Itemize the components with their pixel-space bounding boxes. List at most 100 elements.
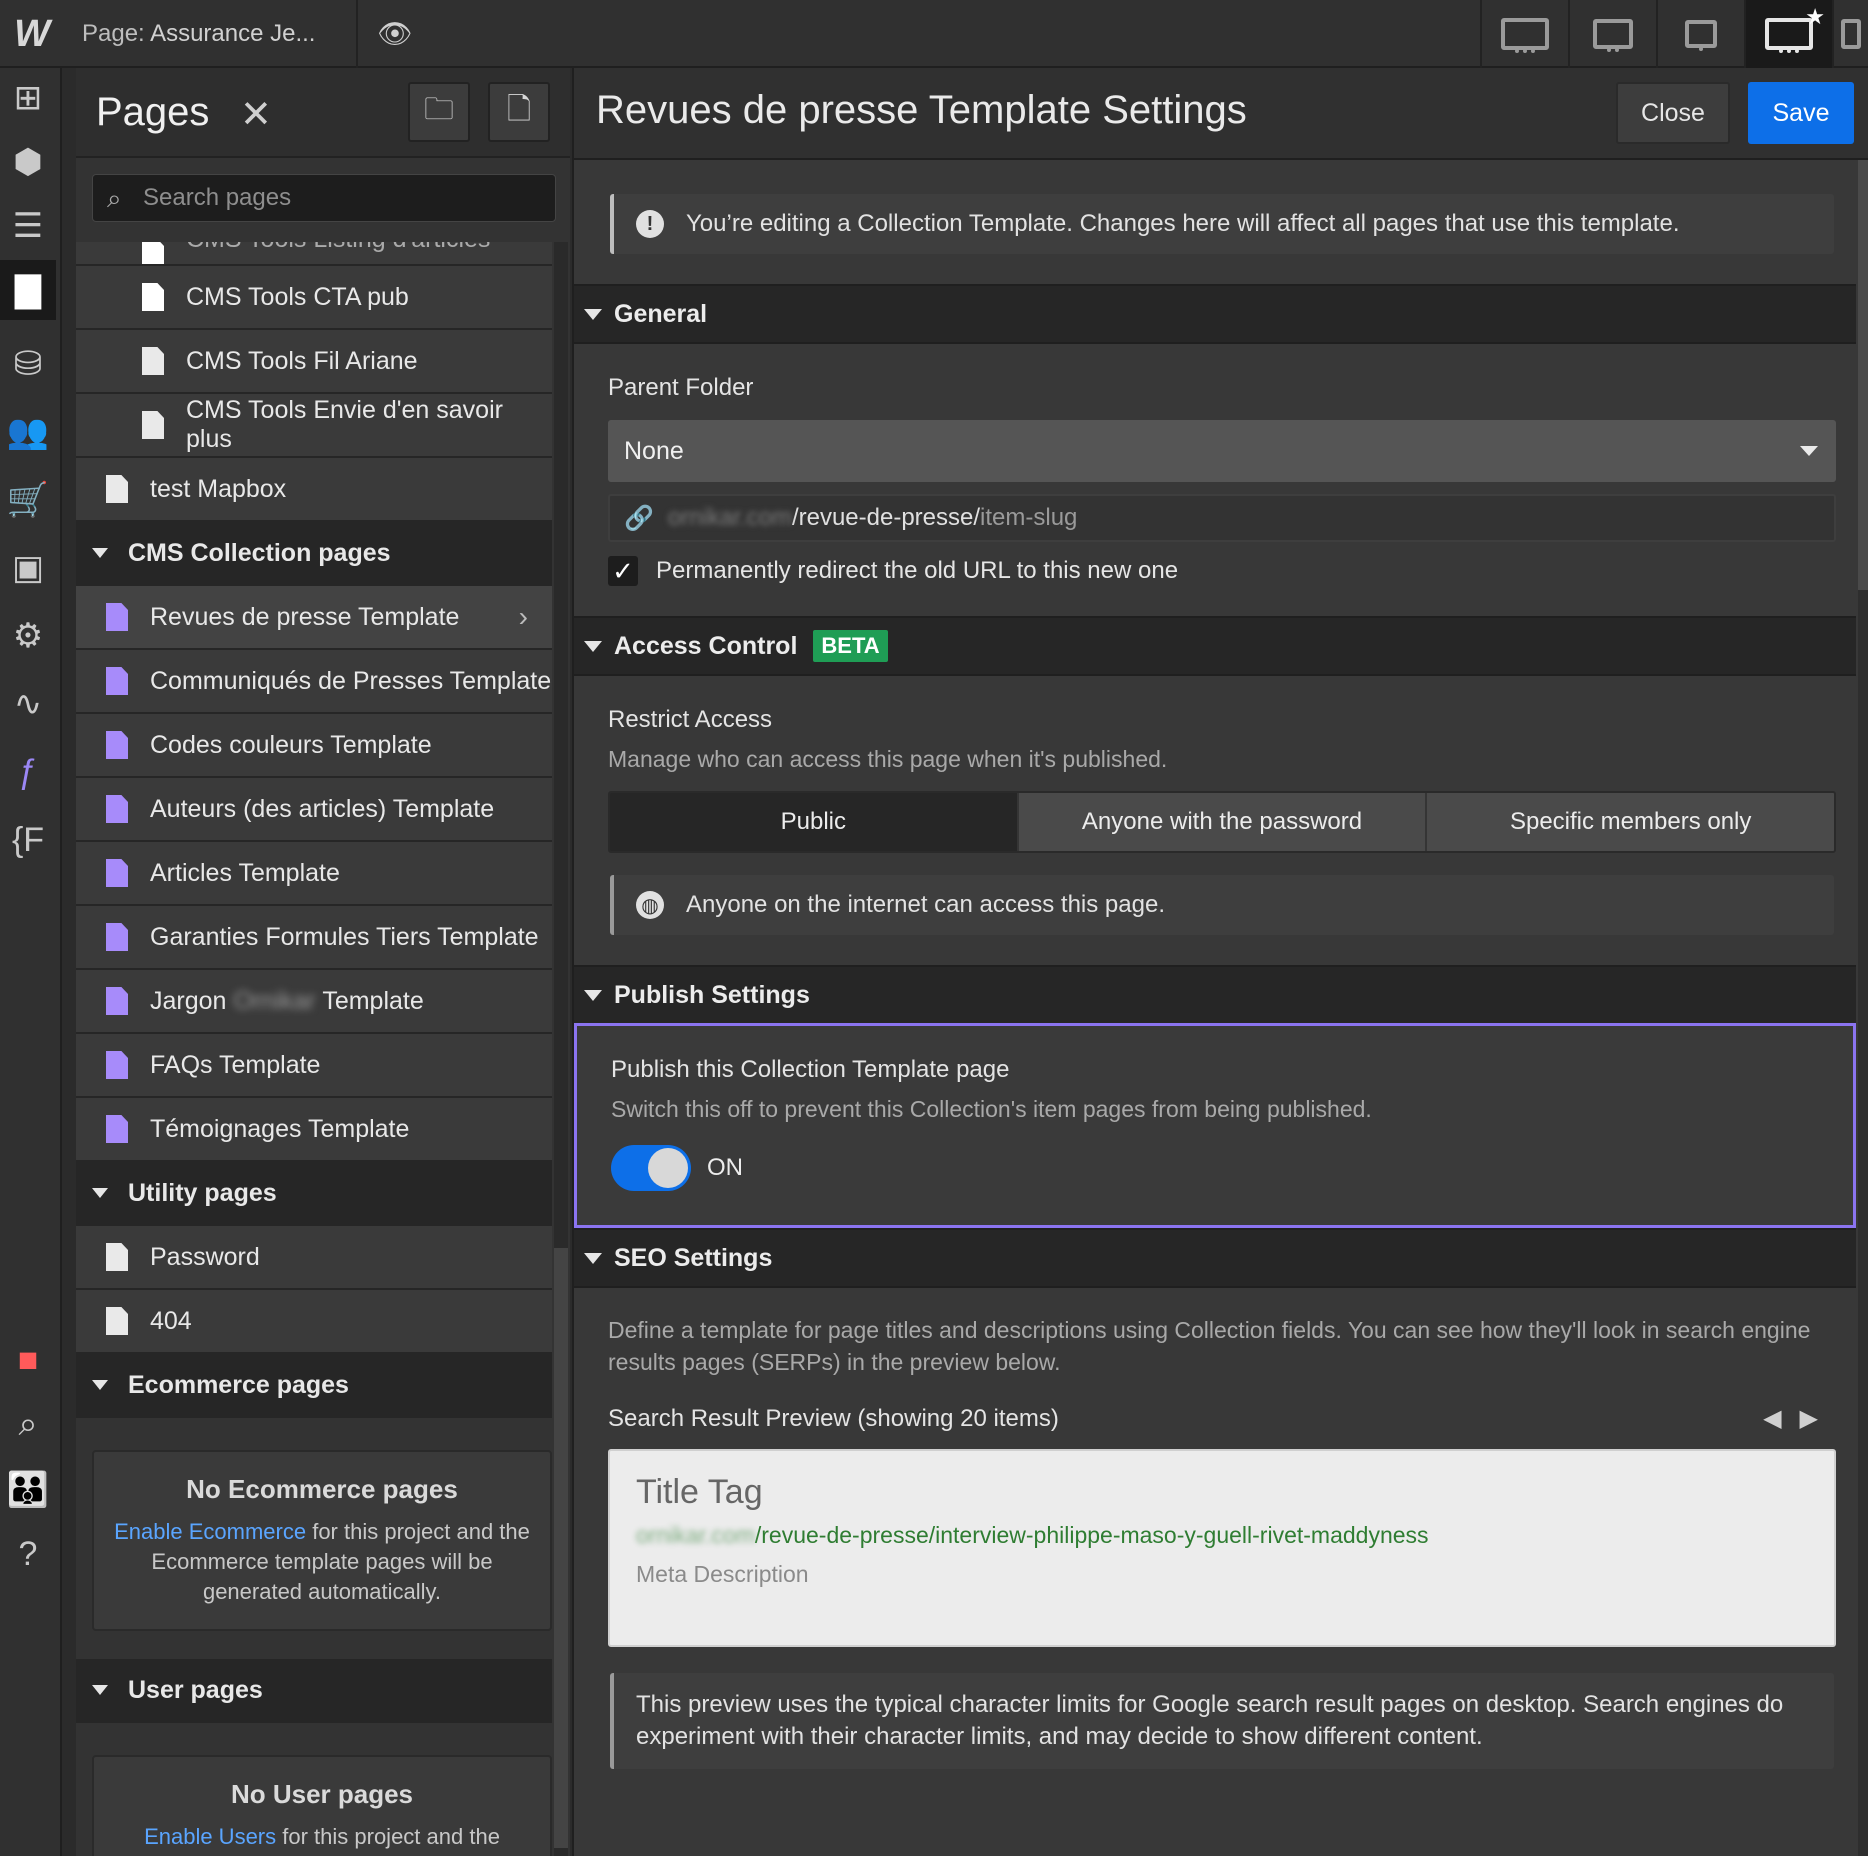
- parent-folder-label: Parent Folder: [608, 374, 754, 401]
- current-page-selector[interactable]: Page: Assurance Je...: [82, 20, 315, 48]
- link-icon: 🔗: [624, 504, 654, 532]
- prev-arrow-icon[interactable]: ◀: [1763, 1405, 1799, 1432]
- group-cms-collection[interactable]: CMS Collection pages: [76, 522, 552, 586]
- team-icon[interactable]: 👪: [0, 1460, 56, 1520]
- add-page-button[interactable]: 🗋: [488, 82, 550, 142]
- serp-title: Title Tag: [636, 1473, 763, 1511]
- caret-down-icon: [584, 1252, 602, 1264]
- list-item[interactable]: CMS Tools Fil Ariane: [76, 330, 552, 394]
- section-access-control[interactable]: Access Control BETA: [574, 616, 1856, 676]
- navigator-icon[interactable]: ☰: [0, 196, 56, 256]
- publish-sub: Switch this off to prevent this Collecti…: [611, 1096, 1372, 1122]
- mobile-landscape-icon[interactable]: [1656, 0, 1744, 68]
- enable-users-link[interactable]: Enable Users: [144, 1824, 276, 1849]
- list-item[interactable]: 404: [76, 1290, 552, 1354]
- list-item[interactable]: CMS Tools CTA pub: [76, 266, 552, 330]
- caret-down-icon: [584, 989, 602, 1001]
- star-icon: ★: [1805, 4, 1825, 29]
- access-option-public[interactable]: Public: [610, 793, 1019, 851]
- assets-icon[interactable]: ▣: [0, 538, 56, 598]
- list-item[interactable]: Témoignages Template: [76, 1098, 552, 1162]
- box-icon[interactable]: ⬢: [0, 132, 56, 192]
- save-button[interactable]: Save: [1748, 82, 1854, 144]
- list-item[interactable]: FAQs Template: [76, 1034, 552, 1098]
- tablet-icon[interactable]: [1568, 0, 1656, 68]
- template-notice: ! You’re editing a Collection Template. …: [610, 194, 1834, 254]
- apps-icon[interactable]: ƒ: [0, 742, 56, 802]
- add-icon[interactable]: ⊞: [0, 68, 56, 128]
- search-input[interactable]: [143, 175, 543, 221]
- caret-down-icon: [92, 1188, 108, 1198]
- close-button[interactable]: Close: [1616, 82, 1730, 144]
- serp-preview: Title Tag ornikar.com/revue-de-presse/in…: [608, 1449, 1836, 1647]
- restrict-access-label: Restrict Access: [608, 706, 773, 733]
- record-icon[interactable]: ■: [0, 1330, 56, 1390]
- template-page-icon: [106, 859, 128, 887]
- settings-icon[interactable]: ⚙: [0, 606, 56, 666]
- group-ecommerce[interactable]: Ecommerce pages: [76, 1354, 552, 1418]
- chevron-right-icon[interactable]: ›: [519, 601, 528, 633]
- list-item[interactable]: CMS Tools Envie d'en savoir plus: [76, 394, 552, 458]
- publish-toggle[interactable]: [611, 1145, 691, 1191]
- desktop-icon[interactable]: [1480, 0, 1568, 68]
- mobile-portrait-icon[interactable]: [1832, 0, 1868, 68]
- section-seo-settings[interactable]: SEO Settings: [574, 1228, 1856, 1288]
- globe-icon: ◍: [636, 891, 664, 919]
- webflow-logo[interactable]: W: [0, 0, 64, 68]
- pages-panel: Pages ✕ 🗀 🗋 ⌕ CMS Tools Listing d'articl…: [76, 68, 570, 1856]
- list-item[interactable]: Password: [76, 1226, 552, 1290]
- font-icon[interactable]: {F: [0, 810, 56, 870]
- empty-title: No User pages: [230, 1779, 414, 1809]
- activity-icon[interactable]: ∿: [0, 674, 56, 734]
- users-icon[interactable]: 👥: [0, 402, 56, 462]
- ecommerce-icon[interactable]: 🛒: [0, 470, 56, 530]
- close-icon[interactable]: ✕: [240, 92, 272, 137]
- redirect-checkbox[interactable]: ✓: [608, 556, 638, 586]
- beta-badge: BETA: [813, 630, 888, 662]
- list-item[interactable]: Articles Template: [76, 842, 552, 906]
- access-option-password[interactable]: Anyone with the password: [1018, 793, 1428, 851]
- next-arrow-icon[interactable]: ▶: [1800, 1405, 1836, 1432]
- list-item[interactable]: Jargon Ornikar Template: [76, 970, 552, 1034]
- group-utility[interactable]: Utility pages: [76, 1162, 552, 1226]
- scrollbar-thumb[interactable]: [1858, 160, 1868, 590]
- list-item[interactable]: CMS Tools Listing d'articles: [76, 242, 552, 266]
- template-page-icon: [106, 795, 128, 823]
- add-folder-button[interactable]: 🗀: [408, 82, 470, 142]
- page-url-field: 🔗 ornikar.com/revue-de-presse/item-slug: [608, 494, 1836, 542]
- restrict-access-sub: Manage who can access this page when it'…: [608, 746, 1168, 772]
- users-empty-state: No User pages Enable Users for this proj…: [92, 1755, 552, 1856]
- access-option-members[interactable]: Specific members only: [1427, 793, 1834, 851]
- section-general[interactable]: General: [574, 284, 1856, 344]
- scrollbar-thumb[interactable]: [554, 1248, 568, 1848]
- page-icon: [106, 1243, 128, 1271]
- list-item[interactable]: Auteurs (des articles) Template: [76, 778, 552, 842]
- cms-icon[interactable]: ⛁: [0, 334, 56, 394]
- group-user[interactable]: User pages: [76, 1659, 552, 1723]
- search-icon[interactable]: ⌕: [0, 1394, 56, 1454]
- pages-icon[interactable]: ▇: [0, 260, 56, 320]
- list-item-revues-template[interactable]: Revues de presse Template ›: [76, 586, 552, 650]
- settings-body: ! You’re editing a Collection Template. …: [574, 160, 1856, 1769]
- enable-ecommerce-link[interactable]: Enable Ecommerce: [114, 1519, 306, 1544]
- list-item[interactable]: Codes couleurs Template: [76, 714, 552, 778]
- toggle-state: ON: [707, 1154, 743, 1181]
- page-icon: [142, 411, 164, 439]
- parent-folder-select[interactable]: None: [608, 420, 1836, 482]
- desktop-star-icon[interactable]: ★: [1744, 0, 1832, 68]
- page-prefix: Page:: [82, 20, 145, 47]
- divider: [356, 0, 358, 68]
- empty-text: Enable Ecommerce for this project and th…: [114, 1519, 530, 1604]
- list-item[interactable]: Communiqués de Presses Template: [76, 650, 552, 714]
- caret-down-icon: [92, 548, 108, 558]
- search-icon: ⌕: [107, 183, 122, 213]
- list-item[interactable]: Garanties Formules Tiers Template: [76, 906, 552, 970]
- list-item[interactable]: test Mapbox: [76, 458, 552, 522]
- template-page-icon: [106, 987, 128, 1015]
- settings-title: Revues de presse Template Settings: [596, 88, 1247, 132]
- eye-icon[interactable]: 👁: [377, 16, 413, 50]
- section-publish-settings[interactable]: Publish Settings: [574, 965, 1856, 1025]
- top-bar: W Page: Assurance Je... 👁 ★: [0, 0, 1868, 68]
- caret-down-icon: [584, 640, 602, 652]
- help-icon[interactable]: ?: [0, 1524, 56, 1584]
